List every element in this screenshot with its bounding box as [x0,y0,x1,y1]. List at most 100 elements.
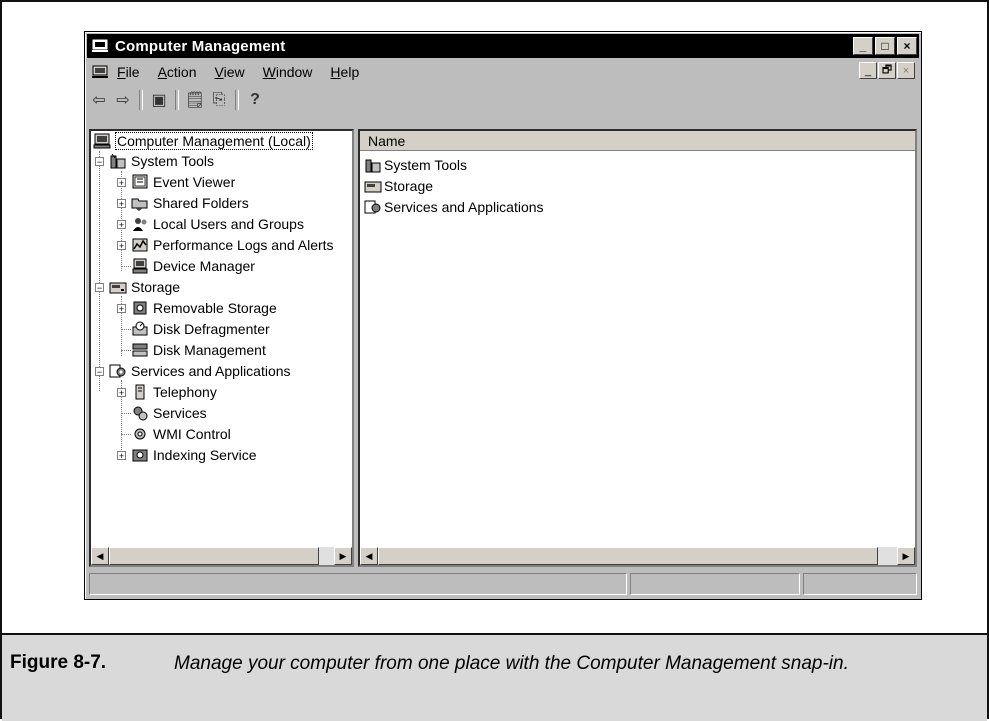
removable-storage-icon [133,301,147,315]
tree-item-disk-defragmenter[interactable]: Disk Defragmenter [131,319,270,339]
maximize-button[interactable]: □ [875,37,895,55]
back-button[interactable]: ⇦ [87,89,111,111]
menu-view[interactable]: View [215,64,245,80]
help-button[interactable]: ? [243,89,267,111]
indexing-service-icon [132,449,148,462]
tree-item-root[interactable]: Computer Management (Local) [93,131,313,151]
status-panel [630,573,800,595]
child-minimize-button[interactable]: _ [859,62,877,79]
tree-item-device-manager[interactable]: Device Manager [131,256,255,276]
menu-help[interactable]: Help [330,64,359,80]
figure-label: Figure 8-7. [10,652,107,673]
collapse-toggle[interactable]: − [95,157,104,167]
tree-connector [121,413,131,414]
expand-toggle[interactable]: + [117,451,126,461]
tree-item-wmi-control[interactable]: WMI Control [131,424,231,444]
tree-connector [121,434,131,435]
properties-button[interactable]: 🗒 [183,89,207,111]
wmi-control-icon [134,428,146,440]
scroll-left-button[interactable]: ◀ [360,547,378,565]
menu-action[interactable]: Action [158,64,197,80]
show-hide-tree-button[interactable]: ▣ [147,89,171,111]
title-bar[interactable]: Computer Management _ □ × [87,34,919,58]
scroll-thumb[interactable] [109,547,319,565]
figure-caption-text: Manage your computer from one place with… [174,653,849,674]
tree-item-label: Services [153,405,207,421]
performance-icon [132,238,148,252]
defragmenter-icon [132,321,148,336]
scroll-thumb[interactable] [378,547,878,565]
list-item-label: Services and Applications [384,199,544,215]
storage-icon [109,282,127,294]
services-applications-icon [364,200,381,214]
tree-item-label: Disk Defragmenter [153,321,270,337]
expand-toggle[interactable]: + [117,241,126,251]
tree-item-shared-folders[interactable]: Shared Folders [131,193,249,213]
tree-item-label: Storage [131,279,181,295]
scroll-right-button[interactable]: ▶ [897,547,915,565]
menu-window[interactable]: Window [263,64,313,80]
figure-caption: Figure 8-7. Manage your computer from on… [2,633,987,721]
tree-item-services-applications[interactable]: Services and Applications [109,361,291,381]
toolbar: ⇦ ⇨ ▣ 🗒 ⎘ ? [87,86,919,114]
tree-item-telephony[interactable]: Telephony [131,382,217,402]
event-viewer-icon [132,174,148,189]
tree-item-services[interactable]: Services [131,403,207,423]
tree-item-indexing-service[interactable]: Indexing Service [131,445,257,465]
expand-toggle[interactable]: + [117,388,126,398]
tree-item-event-viewer[interactable]: Event Viewer [131,172,235,192]
tree-item-label: WMI Control [153,426,231,442]
figure-frame: Computer Management _ □ × File Action Vi… [0,0,989,721]
menu-file[interactable]: File [117,64,140,80]
expand-toggle[interactable]: + [117,220,126,230]
console-tree[interactable]: Computer Management (Local) − System Too… [89,129,354,567]
tree-item-label: Computer Management (Local) [115,132,313,150]
tree-horizontal-scrollbar[interactable]: ◀ ▶ [91,547,352,565]
shared-folder-icon [131,198,148,211]
expand-toggle[interactable]: + [117,304,126,314]
services-applications-icon [109,364,126,378]
tree-item-label: Performance Logs and Alerts [153,237,334,253]
system-tools-icon [365,159,381,173]
export-list-button[interactable]: ⎘ [207,89,231,111]
details-horizontal-scrollbar[interactable]: ◀ ▶ [360,547,915,565]
close-button[interactable]: × [897,37,917,55]
collapse-toggle[interactable]: − [95,367,104,377]
tree-connector [99,151,100,391]
column-header-name[interactable]: Name [360,131,915,151]
tree-item-label: Indexing Service [153,447,257,463]
list-item[interactable]: Storage [364,176,433,196]
forward-button[interactable]: ⇨ [111,89,135,111]
tree-item-label: Services and Applications [131,363,291,379]
device-manager-icon [132,258,148,274]
tree-item-storage[interactable]: Storage [109,277,180,297]
computer-icon [93,133,111,149]
tree-item-disk-management[interactable]: Disk Management [131,340,266,360]
tree-item-local-users[interactable]: Local Users and Groups [131,214,304,234]
tree-item-system-tools[interactable]: System Tools [109,151,214,171]
details-pane[interactable]: Name System Tools Storage Services and A… [358,129,917,567]
system-tools-icon [110,153,126,169]
disk-management-icon [132,343,148,357]
expand-toggle[interactable]: + [117,199,126,209]
scroll-left-button[interactable]: ◀ [91,547,109,565]
storage-icon [364,181,382,193]
menu-bar: File Action View Window Help _ 🗗 × [87,60,919,84]
expand-toggle[interactable]: + [117,178,126,188]
tree-connector [121,350,131,351]
list-item[interactable]: System Tools [364,155,467,175]
collapse-toggle[interactable]: − [95,283,104,293]
telephony-icon [135,384,145,400]
scroll-right-button[interactable]: ▶ [334,547,352,565]
minimize-button[interactable]: _ [853,37,873,55]
child-close-button[interactable]: × [897,62,915,79]
child-restore-button[interactable]: 🗗 [878,62,896,79]
status-panel [803,573,917,595]
tree-item-removable-storage[interactable]: Removable Storage [131,298,277,318]
toolbar-separator [235,90,239,110]
tree-item-performance-logs[interactable]: Performance Logs and Alerts [131,235,334,255]
computer-management-window: Computer Management _ □ × File Action Vi… [84,31,922,600]
status-bar [89,573,917,595]
list-item[interactable]: Services and Applications [364,197,544,217]
mmc-document-icon[interactable] [91,65,109,79]
